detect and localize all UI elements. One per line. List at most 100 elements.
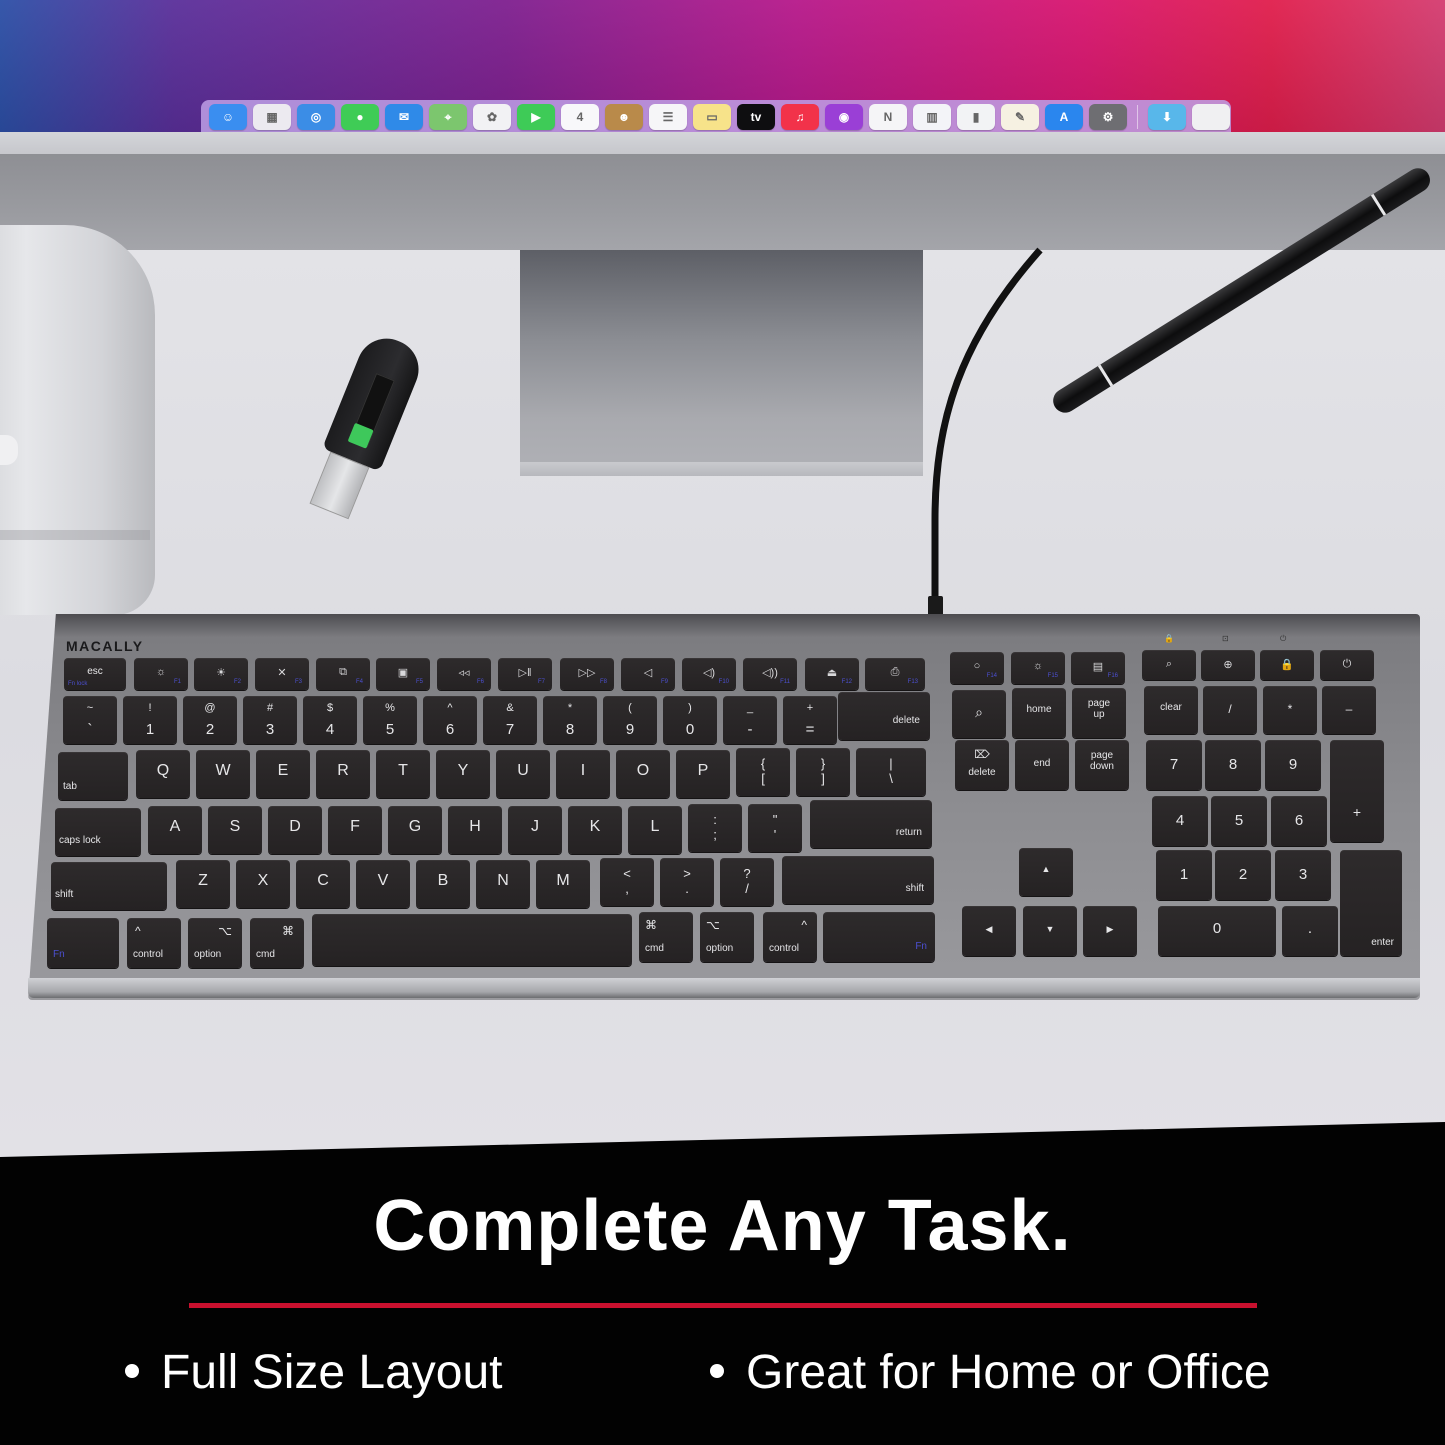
key-f2[interactable]: ☀ F2	[194, 658, 248, 690]
key-fn-left[interactable]: Fn	[47, 918, 119, 968]
key-numpad-enter[interactable]: enter	[1340, 850, 1402, 956]
key-f4[interactable]: ⧉ F4	[316, 658, 370, 690]
key-tab[interactable]: tab	[58, 752, 128, 800]
key-numpad-5[interactable]: 5	[1211, 796, 1267, 846]
key-numpad-9[interactable]: 9	[1265, 740, 1321, 790]
key-f10[interactable]: ◁) F10	[682, 658, 736, 690]
key-f11[interactable]: ◁)) F11	[743, 658, 797, 690]
key-f7[interactable]: ▷‖ F7	[498, 658, 552, 690]
key-numpad-dot[interactable]: .	[1282, 906, 1338, 956]
key-p[interactable]: P	[676, 750, 730, 798]
key-numpad-2[interactable]: *	[1263, 686, 1317, 734]
key-numpad-4[interactable]: 4	[1152, 796, 1208, 846]
key-q[interactable]: Q	[136, 750, 190, 798]
key-t[interactable]: T	[376, 750, 430, 798]
key-home[interactable]: home	[1012, 688, 1066, 738]
key-caps-lock[interactable]: caps lock	[55, 808, 141, 856]
key-punct-3[interactable]: >.	[660, 858, 714, 906]
key-search[interactable]: ⌕	[952, 690, 1006, 738]
key-number-2[interactable]: @2	[183, 696, 237, 744]
key-numpad-0[interactable]: 0	[1158, 906, 1276, 956]
key-numpad-2[interactable]: 2	[1215, 850, 1271, 900]
key-k[interactable]: K	[568, 806, 622, 854]
key-punct-0[interactable]: :;	[688, 804, 742, 852]
key-forward-delete[interactable]: ⌦ delete	[955, 740, 1009, 790]
key-y[interactable]: Y	[436, 750, 490, 798]
key-f9[interactable]: ◁ F9	[621, 658, 675, 690]
key-end[interactable]: end	[1015, 740, 1069, 790]
key-option-left[interactable]: ⌥ option	[188, 918, 242, 968]
key-punct-4[interactable]: ? /	[720, 858, 774, 906]
key-a[interactable]: A	[148, 806, 202, 854]
key-numpad-6[interactable]: 6	[1271, 796, 1327, 846]
key-numpad-0[interactable]: clear	[1144, 686, 1198, 734]
key-bracket-0[interactable]: {[	[736, 748, 790, 796]
key-zoom-in[interactable]: ⊕	[1201, 650, 1255, 680]
key-cmd-right[interactable]: ⌘ cmd	[639, 912, 693, 962]
key-s[interactable]: S	[208, 806, 262, 854]
key-page-down[interactable]: page down	[1075, 740, 1129, 790]
key-lock[interactable]: 🔒	[1260, 650, 1314, 680]
key-number-9[interactable]: (9	[603, 696, 657, 744]
key-option-right[interactable]: ⌥ option	[700, 912, 754, 962]
key-number-11[interactable]: _ -	[723, 696, 777, 744]
key-f15[interactable]: ☼ F15	[1011, 652, 1065, 684]
key-arrow-left[interactable]: ◀	[962, 906, 1016, 956]
key-number-1[interactable]: ! 1	[123, 696, 177, 744]
key-n[interactable]: N	[476, 860, 530, 908]
key-i[interactable]: I	[556, 750, 610, 798]
key-o[interactable]: O	[616, 750, 670, 798]
key-power[interactable]: ⏻	[1320, 650, 1374, 680]
key-punct-2[interactable]: <,	[600, 858, 654, 906]
key-f12[interactable]: ⏏ F12	[805, 658, 859, 690]
key-shift-right[interactable]: shift	[782, 856, 934, 904]
key-space[interactable]	[312, 914, 632, 966]
key-cmd-left[interactable]: ⌘ cmd	[250, 918, 304, 968]
key-f8[interactable]: ▷▷ F8	[560, 658, 614, 690]
key-punct-1[interactable]: " '	[748, 804, 802, 852]
key-control-left[interactable]: ^ control	[127, 918, 181, 968]
key-arrow-up[interactable]: ▲	[1019, 848, 1073, 896]
key-h[interactable]: H	[448, 806, 502, 854]
key-delete[interactable]: delete	[838, 692, 930, 740]
key-f6[interactable]: ◃◃ F6	[437, 658, 491, 690]
key-numpad-1[interactable]: 1	[1156, 850, 1212, 900]
key-f5[interactable]: ▣ F5	[376, 658, 430, 690]
key-b[interactable]: B	[416, 860, 470, 908]
key-numpad-plus[interactable]: +	[1330, 740, 1384, 842]
key-f16[interactable]: ▤ F16	[1071, 652, 1125, 684]
key-page-up[interactable]: page up	[1072, 688, 1126, 738]
key-e[interactable]: E	[256, 750, 310, 798]
key-fn-right[interactable]: Fn	[823, 912, 935, 962]
key-f13[interactable]: ⎙ F13	[865, 658, 925, 690]
key-zoom-out[interactable]: ⌕	[1142, 650, 1196, 680]
key-z[interactable]: Z	[176, 860, 230, 908]
key-c[interactable]: C	[296, 860, 350, 908]
key-w[interactable]: W	[196, 750, 250, 798]
key-d[interactable]: D	[268, 806, 322, 854]
key-r[interactable]: R	[316, 750, 370, 798]
key-f[interactable]: F	[328, 806, 382, 854]
key-arrow-right[interactable]: ▶	[1083, 906, 1137, 956]
key-f14[interactable]: ○ F14	[950, 652, 1004, 684]
key-m[interactable]: M	[536, 860, 590, 908]
key-number-6[interactable]: ^ 6	[423, 696, 477, 744]
key-l[interactable]: L	[628, 806, 682, 854]
key-v[interactable]: V	[356, 860, 410, 908]
key-number-3[interactable]: #3	[243, 696, 297, 744]
key-number-8[interactable]: * 8	[543, 696, 597, 744]
key-j[interactable]: J	[508, 806, 562, 854]
key-number-12[interactable]: + =	[783, 696, 837, 744]
key-number-0[interactable]: ~ `	[63, 696, 117, 744]
key-numpad-3[interactable]: –	[1322, 686, 1376, 734]
key-u[interactable]: U	[496, 750, 550, 798]
key-number-4[interactable]: $4	[303, 696, 357, 744]
key-numpad-1[interactable]: /	[1203, 686, 1257, 734]
key-return[interactable]: return	[810, 800, 932, 848]
key-arrow-down[interactable]: ▼	[1023, 906, 1077, 956]
key-f3[interactable]: ✕ F3	[255, 658, 309, 690]
key-number-5[interactable]: % 5	[363, 696, 417, 744]
key-x[interactable]: X	[236, 860, 290, 908]
key-bracket-2[interactable]: | \	[856, 748, 926, 796]
key-numpad-3[interactable]: 3	[1275, 850, 1331, 900]
